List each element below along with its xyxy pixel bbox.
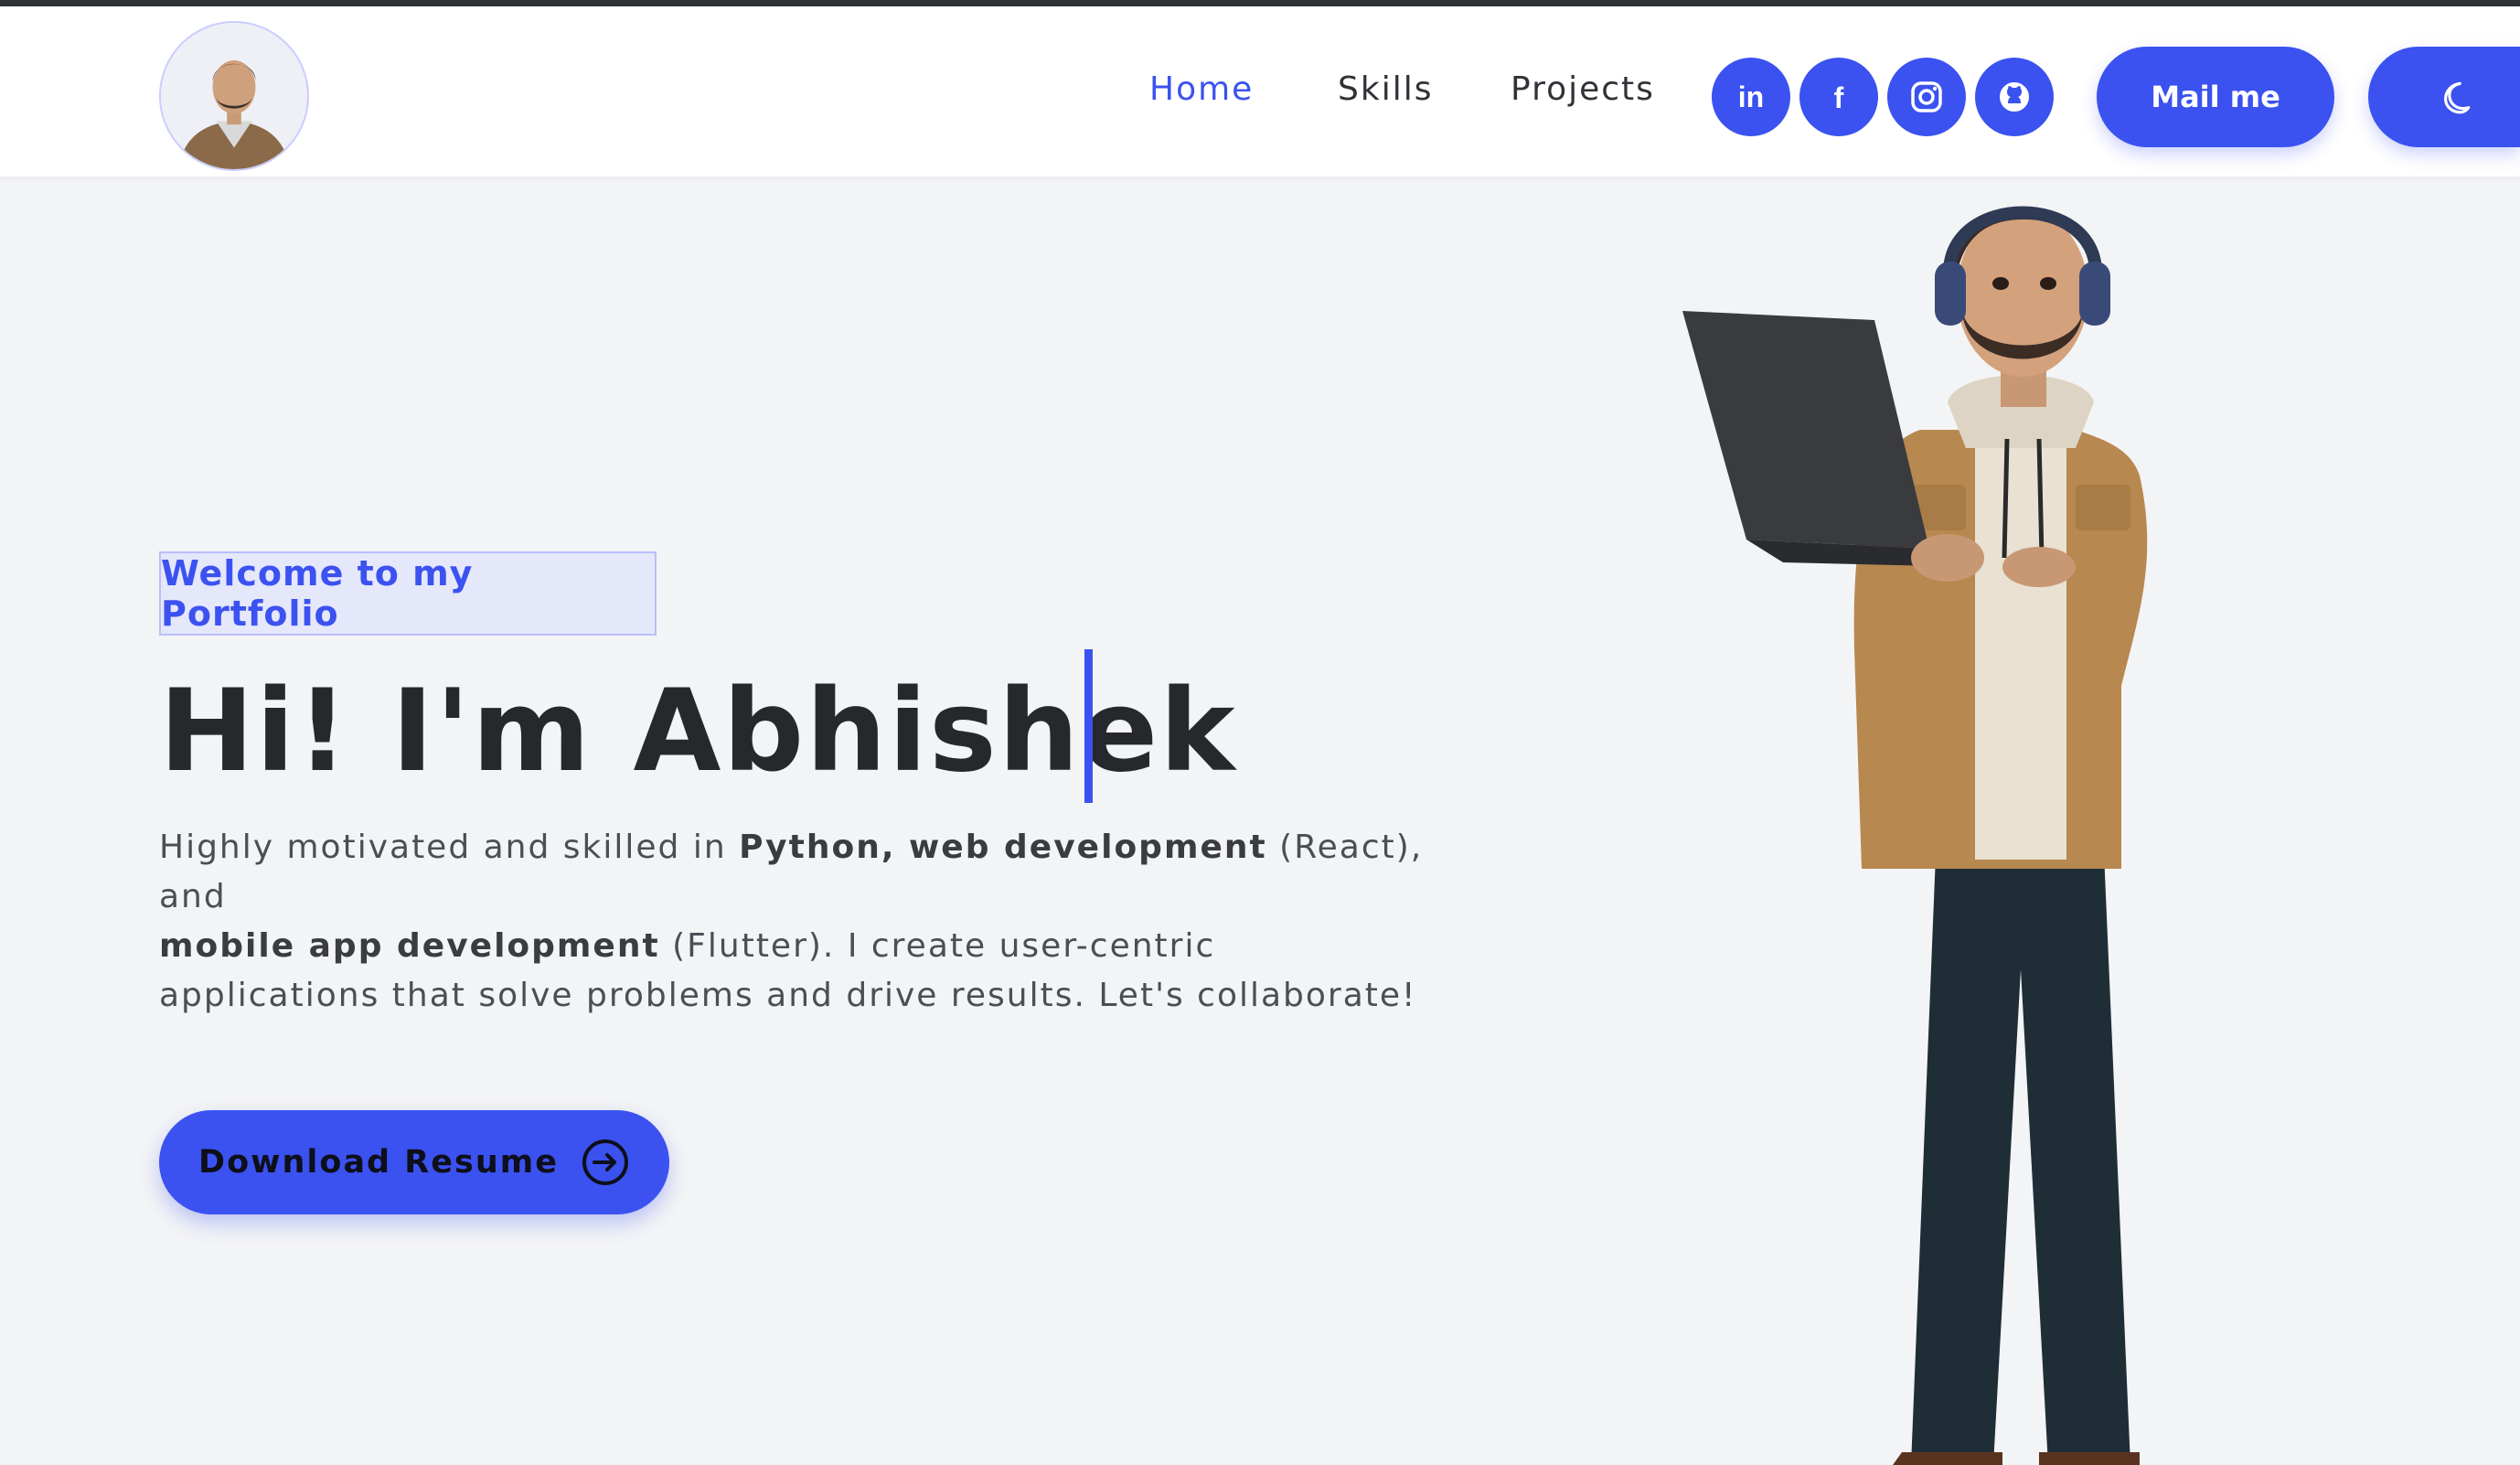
moon-icon (2444, 81, 2471, 114)
linkedin-icon-text: in (1738, 80, 1764, 113)
welcome-badge: Welcome to my Portfolio (159, 551, 657, 636)
nav-link-skills[interactable]: Skills (1338, 70, 1433, 108)
linkedin-button[interactable]: in (1712, 58, 1790, 136)
download-resume-label: Download Resume (198, 1144, 559, 1181)
desc-text-1: Highly motivated and skilled in (159, 829, 740, 866)
linkedin-icon: in (1738, 80, 1764, 113)
browser-top-strip (0, 0, 2520, 6)
facebook-icon: f (1834, 81, 1844, 114)
avatar-photo (161, 23, 307, 169)
download-resume-button[interactable]: Download Resume (159, 1110, 669, 1214)
avatar[interactable] (159, 21, 309, 171)
desc-bold-2: mobile app development (159, 927, 660, 965)
github-icon (2000, 82, 2029, 112)
hero-illustration (1646, 174, 2341, 1465)
instagram-icon (1911, 81, 1942, 112)
desc-bold-1: Python, web development (739, 829, 1267, 866)
mail-me-button[interactable]: Mail me (2097, 47, 2334, 147)
theme-toggle-button[interactable] (2368, 47, 2520, 147)
github-button[interactable] (1975, 58, 2054, 136)
nav-link-projects[interactable]: Projects (1511, 70, 1655, 108)
facebook-icon-text: f (1834, 81, 1844, 114)
character-with-laptop-illustration (1682, 206, 2148, 1465)
navbar: Home Skills Projects in f Mail me (0, 6, 2520, 176)
arrow-right-circle-icon (582, 1139, 628, 1185)
instagram-button[interactable] (1887, 58, 1966, 136)
typing-caret (1084, 649, 1093, 803)
hero-description: Highly motivated and skilled in Python, … (159, 823, 1439, 1021)
nav-link-home[interactable]: Home (1149, 70, 1254, 108)
hero-title: Hi! I'm Abhishek (159, 666, 1237, 797)
facebook-button[interactable]: f (1799, 58, 1878, 136)
